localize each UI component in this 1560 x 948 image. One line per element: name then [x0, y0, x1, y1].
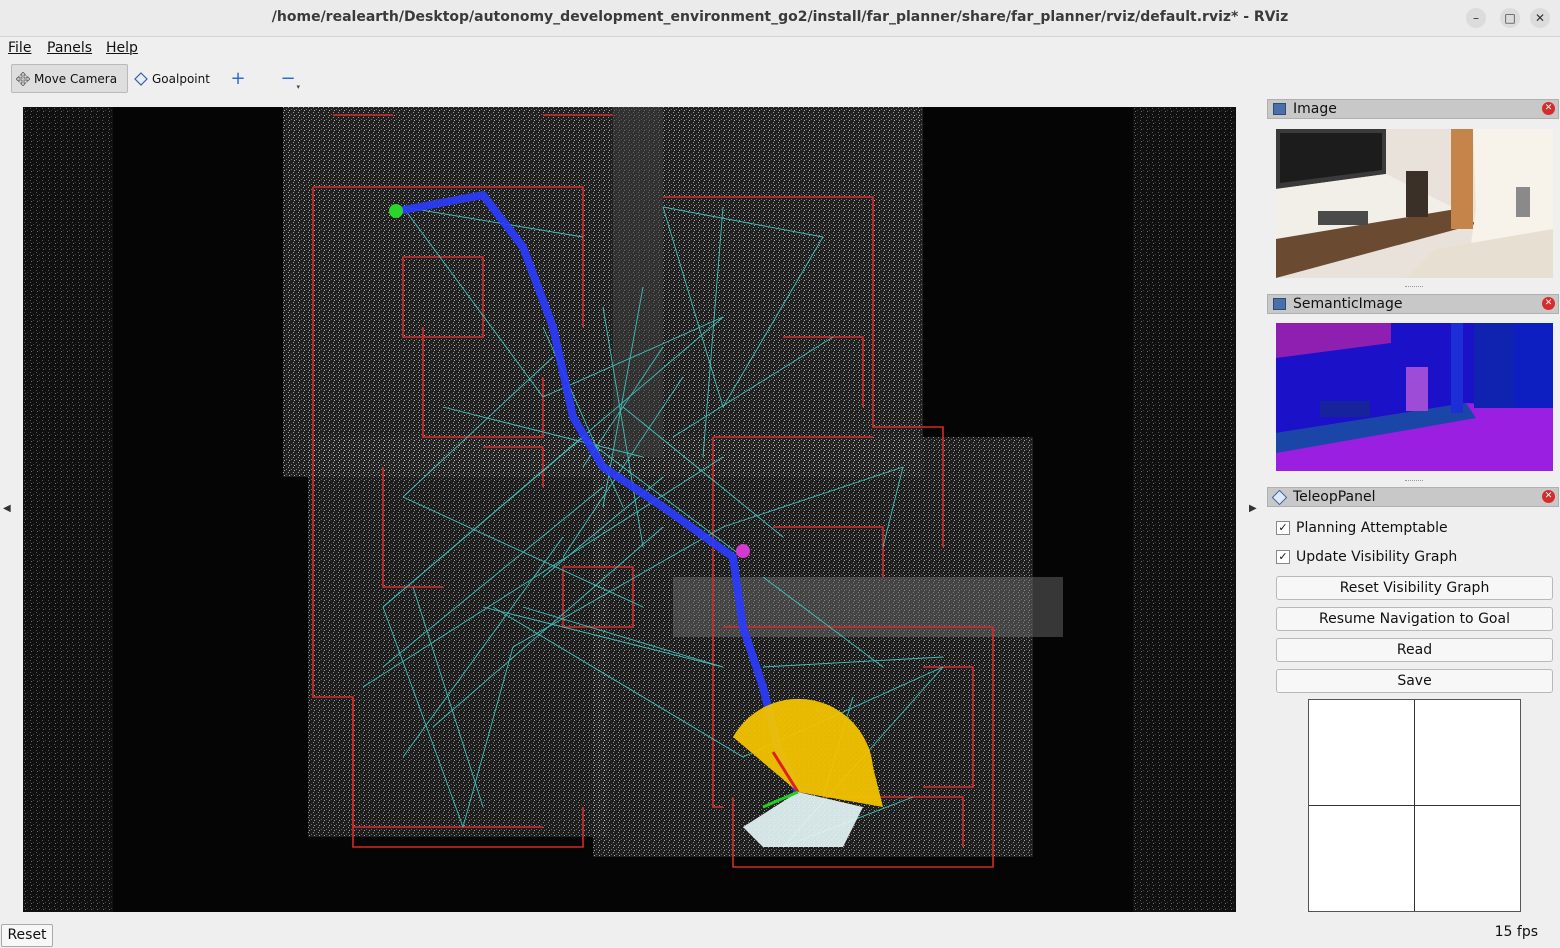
start-marker	[389, 204, 403, 218]
left-collapse-arrow-icon[interactable]: ◀	[3, 503, 11, 514]
move-camera-label: Move Camera	[34, 71, 118, 86]
plus-icon: +	[230, 68, 246, 89]
close-icon[interactable]: ✕	[1542, 297, 1555, 310]
close-window-button[interactable]: ✕	[1530, 8, 1550, 28]
close-icon[interactable]: ✕	[1542, 490, 1555, 503]
semantic-image	[1276, 323, 1553, 471]
planning-attemptable-label: Planning Attemptable	[1296, 520, 1448, 536]
image-panel-icon	[1273, 103, 1286, 115]
goalpoint-label: Goalpoint	[152, 71, 210, 86]
fps-readout: 15 fps	[1494, 924, 1538, 940]
planning-attemptable-checkbox[interactable]: ✓	[1276, 521, 1290, 535]
window-title: /home/realearth/Desktop/autonomy_develop…	[271, 9, 1289, 25]
save-button[interactable]: Save	[1276, 669, 1553, 693]
goalpoint-button[interactable]: Goalpoint	[130, 64, 220, 93]
tool-bar: Move Camera Goalpoint + − ▾	[0, 60, 1560, 98]
teleop-diamond-icon	[1271, 489, 1288, 506]
teleop-joystick-pad[interactable]	[1308, 699, 1521, 912]
goalpoint-diamond-icon	[134, 71, 148, 86]
point-cloud-right	[1133, 107, 1236, 912]
zoom-in-button[interactable]: +	[226, 64, 250, 93]
reset-visibility-graph-button[interactable]: Reset Visibility Graph	[1276, 576, 1553, 600]
update-visibility-row[interactable]: ✓ Update Visibility Graph	[1276, 547, 1457, 567]
minus-icon: −	[280, 68, 296, 89]
semantic-panel-icon	[1273, 298, 1286, 310]
menu-panels[interactable]: Panels	[47, 40, 92, 56]
maximize-button[interactable]: □	[1500, 8, 1520, 28]
point-cloud-left	[23, 107, 113, 912]
update-visibility-checkbox[interactable]: ✓	[1276, 550, 1290, 564]
teleop-panel-title: TeleopPanel	[1293, 489, 1376, 505]
render-viewport[interactable]	[23, 107, 1236, 912]
joystick-horizontal-divider	[1309, 805, 1520, 806]
move-camera-icon	[16, 71, 30, 86]
menu-bar: File Panels Help	[0, 37, 1560, 59]
menu-file[interactable]: File	[8, 40, 31, 56]
dropdown-arrow-icon: ▾	[296, 83, 300, 91]
read-button[interactable]: Read	[1276, 638, 1553, 662]
image-panel-header[interactable]: Image ✕	[1267, 99, 1559, 119]
camera-image	[1276, 129, 1553, 278]
panel-resize-grip[interactable]	[1405, 286, 1423, 290]
resume-navigation-button[interactable]: Resume Navigation to Goal	[1276, 607, 1553, 631]
minimize-button[interactable]: –	[1466, 8, 1486, 28]
panel-resize-grip[interactable]	[1405, 480, 1423, 484]
window-titlebar: /home/realearth/Desktop/autonomy_develop…	[0, 0, 1560, 37]
point-cloud-building-top	[283, 107, 923, 477]
menu-help[interactable]: Help	[106, 40, 138, 56]
zoom-out-button[interactable]: − ▾	[274, 64, 302, 93]
image-panel-title: Image	[1293, 101, 1337, 117]
close-icon[interactable]: ✕	[1542, 102, 1555, 115]
teleop-panel-header[interactable]: TeleopPanel ✕	[1267, 487, 1559, 507]
planning-attemptable-row[interactable]: ✓ Planning Attemptable	[1276, 518, 1448, 538]
semantic-panel-header[interactable]: SemanticImage ✕	[1267, 294, 1559, 314]
map-visualization	[23, 107, 1236, 912]
goal-marker	[736, 544, 750, 558]
move-camera-button[interactable]: Move Camera	[11, 64, 128, 93]
right-collapse-arrow-icon[interactable]: ▶	[1249, 503, 1257, 514]
semantic-panel-title: SemanticImage	[1293, 296, 1403, 312]
reset-button[interactable]: Reset	[1, 924, 53, 947]
point-cloud-wall-band	[673, 577, 1063, 637]
update-visibility-label: Update Visibility Graph	[1296, 549, 1458, 565]
